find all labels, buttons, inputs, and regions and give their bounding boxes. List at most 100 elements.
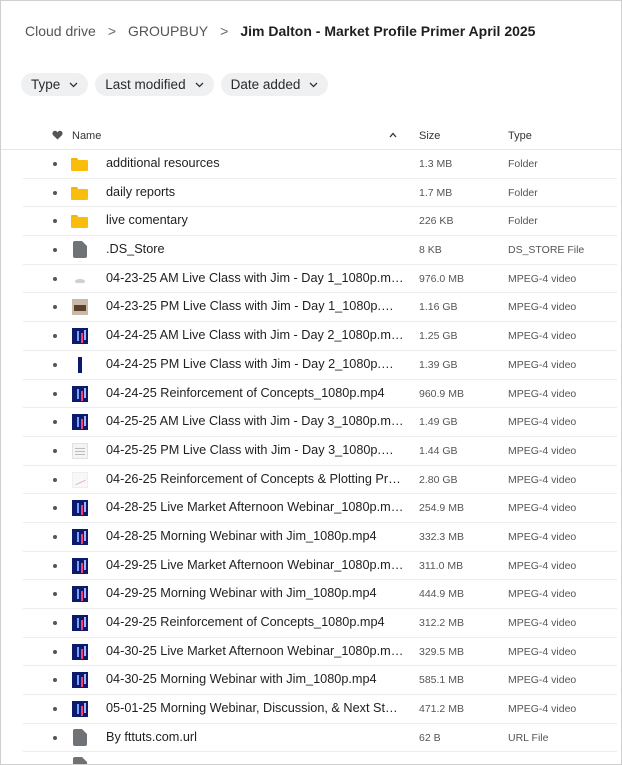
favorite-dot-icon[interactable] <box>53 190 57 195</box>
file-row-video[interactable]: 04-25-25 AM Live Class with Jim - Day 3_… <box>23 408 617 437</box>
video-thumbnail-icon <box>71 413 89 431</box>
favorite-dot-icon[interactable] <box>53 219 57 224</box>
file-name: 05-01-25 Morning Webinar, Discussion, & … <box>106 701 404 716</box>
file-type: MPEG-4 video <box>508 473 577 486</box>
chevron-down-icon <box>69 82 78 87</box>
file-row-video[interactable]: 04-29-25 Morning Webinar with Jim_1080p.… <box>23 580 617 609</box>
favorite-dot-icon[interactable] <box>53 563 57 568</box>
file-row[interactable]: By fttuts.com.url 62 B URL File <box>23 724 617 753</box>
file-row[interactable]: .DS_Store 8 KB DS_STORE File <box>23 236 617 265</box>
file-name: 04-30-25 Live Market Afternoon Webinar_1… <box>106 643 404 658</box>
breadcrumb-current-folder: Jim Dalton - Market Profile Primer April… <box>240 23 536 39</box>
file-row-video[interactable]: 05-01-25 Morning Webinar, Discussion, & … <box>23 695 617 724</box>
file-name: 04-30-25 Morning Webinar with Jim_1080p.… <box>106 672 377 687</box>
favorite-dot-icon[interactable] <box>53 649 57 654</box>
column-header-size[interactable]: Size <box>419 130 440 142</box>
file-row-video[interactable]: 04-30-25 Morning Webinar with Jim_1080p.… <box>23 666 617 696</box>
folder-icon <box>71 212 89 230</box>
favorite-dot-icon[interactable] <box>53 735 57 740</box>
favorite-dot-icon[interactable] <box>53 248 57 253</box>
favorite-dot-icon[interactable] <box>53 305 57 310</box>
file-row-video[interactable]: 04-24-25 Reinforcement of Concepts_1080p… <box>23 380 617 409</box>
breadcrumb-groupbuy[interactable]: GROUPBUY <box>128 23 208 39</box>
file-name: 04-25-25 AM Live Class with Jim - Day 3_… <box>106 414 404 429</box>
favorite-dot-icon[interactable] <box>53 506 57 511</box>
file-row-video[interactable]: 04-28-25 Morning Webinar with Jim_1080p.… <box>23 523 617 552</box>
file-size: 2.80 GB <box>419 473 458 486</box>
file-type: MPEG-4 video <box>508 674 577 687</box>
file-size: 1.39 GB <box>419 358 458 371</box>
file-name: 04-24-25 AM Live Class with Jim - Day 2_… <box>106 328 404 343</box>
favorite-dot-icon[interactable] <box>53 334 57 339</box>
filter-bar: Type Last modified Date added <box>21 73 329 96</box>
sort-ascending-icon[interactable] <box>389 132 397 138</box>
file-row-video[interactable]: 04-29-25 Live Market Afternoon Webinar_1… <box>23 552 617 581</box>
file-type: MPEG-4 video <box>508 358 577 371</box>
video-thumbnail-icon <box>71 614 89 632</box>
file-type: MPEG-4 video <box>508 645 577 658</box>
file-row-video[interactable]: 04-23-25 PM Live Class with Jim - Day 1_… <box>23 293 617 323</box>
file-size: 444.9 MB <box>419 588 464 601</box>
video-thumbnail-icon <box>71 585 89 603</box>
file-name: .DS_Store <box>106 242 165 257</box>
favorite-dot-icon[interactable] <box>53 707 57 712</box>
filter-date-added-dropdown[interactable]: Date added <box>220 73 329 96</box>
file-icon <box>71 757 89 764</box>
favorite-dot-icon[interactable] <box>53 678 57 683</box>
favorite-dot-icon[interactable] <box>53 592 57 597</box>
filter-type-dropdown[interactable]: Type <box>21 73 89 96</box>
favorite-dot-icon[interactable] <box>53 477 57 482</box>
file-size: 8 KB <box>419 244 442 257</box>
file-name: 04-25-25 PM Live Class with Jim - Day 3_… <box>106 442 404 457</box>
file-size: 585.1 MB <box>419 674 464 687</box>
favorite-dot-icon[interactable] <box>53 276 57 281</box>
favorite-dot-icon[interactable] <box>53 448 57 453</box>
file-type: MPEG-4 video <box>508 444 577 457</box>
file-row-folder[interactable]: daily reports 1.7 MB Folder <box>23 179 617 208</box>
favorite-dot-icon[interactable] <box>53 534 57 539</box>
breadcrumb-cloud-drive[interactable]: Cloud drive <box>25 23 96 39</box>
file-type: URL File <box>508 731 549 744</box>
video-thumbnail-icon <box>71 298 89 316</box>
column-header-name[interactable]: Name <box>72 130 101 142</box>
file-type: MPEG-4 video <box>508 588 577 601</box>
file-row-folder[interactable]: additional resources 1.3 MB Folder <box>23 150 617 179</box>
file-type: MPEG-4 video <box>508 272 577 285</box>
file-size: 1.16 GB <box>419 301 458 314</box>
favorite-dot-icon[interactable] <box>53 362 57 367</box>
file-size: 1.44 GB <box>419 444 458 457</box>
file-type: MPEG-4 video <box>508 559 577 572</box>
file-row-video[interactable]: 04-24-25 PM Live Class with Jim - Day 2_… <box>23 351 617 380</box>
file-row-video[interactable]: 04-29-25 Reinforcement of Concepts_1080p… <box>23 609 617 638</box>
breadcrumb-separator-icon: > <box>107 23 117 39</box>
file-size: 312.2 MB <box>419 617 464 629</box>
file-icon <box>71 728 89 747</box>
file-row-partial[interactable] <box>23 752 617 764</box>
file-size: 976.0 MB <box>419 272 464 285</box>
file-row-video[interactable]: 04-26-25 Reinforcement of Concepts & Plo… <box>23 466 617 495</box>
favorite-dot-icon[interactable] <box>53 621 57 625</box>
file-size: 1.3 MB <box>419 158 453 170</box>
column-header-type[interactable]: Type <box>508 130 532 142</box>
file-name: 04-29-25 Live Market Afternoon Webinar_1… <box>106 557 404 572</box>
file-type: MPEG-4 video <box>508 330 577 343</box>
heart-icon[interactable] <box>52 130 63 140</box>
file-size: 332.3 MB <box>419 530 464 543</box>
favorite-dot-icon[interactable] <box>53 391 57 396</box>
filter-date-added-label: Date added <box>230 77 301 92</box>
favorite-dot-icon[interactable] <box>53 162 57 166</box>
file-row-folder[interactable]: live comentary 226 KB Folder <box>23 207 617 237</box>
file-row-video[interactable]: 04-30-25 Live Market Afternoon Webinar_1… <box>23 638 617 667</box>
file-type: MPEG-4 video <box>508 530 577 543</box>
file-row-video[interactable]: 04-23-25 AM Live Class with Jim - Day 1_… <box>23 265 617 294</box>
file-name: 04-29-25 Morning Webinar with Jim_1080p.… <box>106 586 377 601</box>
file-row-video[interactable]: 04-28-25 Live Market Afternoon Webinar_1… <box>23 494 617 523</box>
file-row-video[interactable]: 04-25-25 PM Live Class with Jim - Day 3_… <box>23 437 617 466</box>
file-row-video[interactable]: 04-24-25 AM Live Class with Jim - Day 2_… <box>23 322 617 351</box>
file-name: By fttuts.com.url <box>106 729 197 744</box>
filter-last-modified-dropdown[interactable]: Last modified <box>95 73 214 96</box>
favorite-dot-icon[interactable] <box>53 420 57 425</box>
file-type: DS_STORE File <box>508 244 585 257</box>
file-name: live comentary <box>106 213 188 228</box>
file-type: Folder <box>508 215 538 228</box>
